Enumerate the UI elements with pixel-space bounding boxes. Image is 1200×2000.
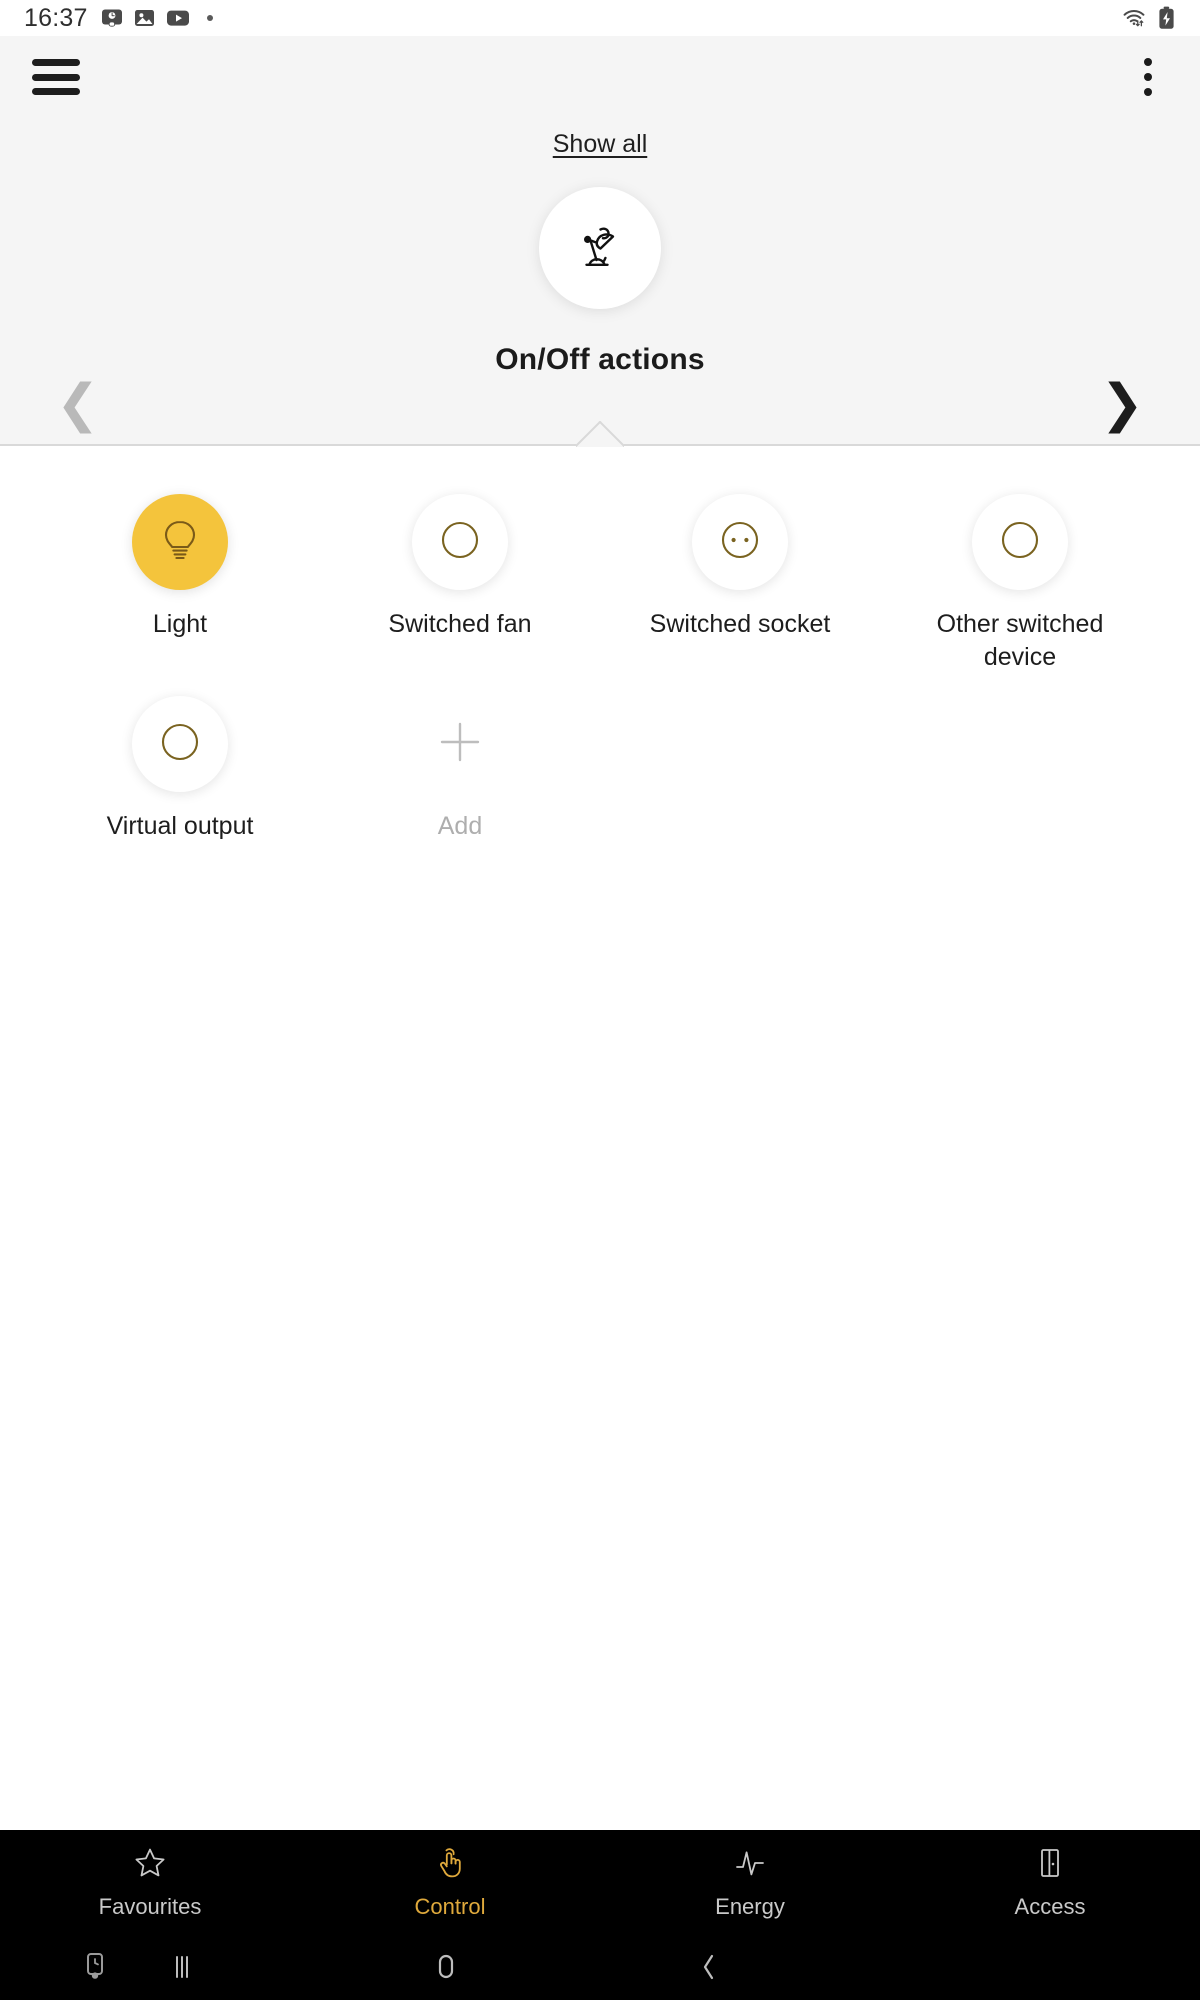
- nav-tab-label: Control: [414, 1893, 486, 1919]
- screenshot-icon: [100, 8, 124, 29]
- app-root: 16:37 Show all On/Off actions ❮ ❯ Light …: [0, 0, 1200, 2000]
- desk-lamp-icon: [569, 215, 631, 282]
- waveform-icon: [732, 1845, 768, 1886]
- nav-tab-label: Access: [1014, 1893, 1086, 1919]
- nav-tab-favourites[interactable]: Favourites: [0, 1845, 300, 1920]
- next-category-button[interactable]: ❯: [1100, 378, 1144, 430]
- power-socket-icon: [717, 517, 763, 568]
- panel-notch-indicator: [576, 421, 624, 447]
- page-title: On/Off actions: [495, 343, 705, 376]
- device-tile-bg: [412, 494, 508, 590]
- android-status-bar: 16:37: [0, 0, 1200, 36]
- prev-category-button[interactable]: ❮: [56, 378, 100, 430]
- device-tile-virtual-output[interactable]: Virtual output: [40, 696, 320, 843]
- nav-tab-control[interactable]: Control: [300, 1845, 600, 1920]
- kebab-menu-icon[interactable]: [1130, 56, 1166, 98]
- device-tile-other-switched-device[interactable]: Other switched device: [880, 494, 1160, 674]
- door-icon: [1032, 1845, 1068, 1886]
- device-tile-label: Add: [437, 812, 483, 840]
- star-icon: [132, 1845, 168, 1886]
- device-tile-label: Light: [152, 610, 208, 638]
- youtube-icon: [166, 8, 190, 29]
- wifi-transfer-icon: [1122, 8, 1146, 29]
- device-tile-bg: [412, 696, 508, 792]
- device-tile-light[interactable]: Light: [40, 494, 320, 674]
- hero-circle[interactable]: [539, 187, 661, 309]
- circle-outline-icon: [997, 517, 1043, 568]
- device-tile-bg: [132, 494, 228, 590]
- nav-tab-access[interactable]: Access: [900, 1845, 1200, 1920]
- nav-tab-label: Energy: [715, 1893, 785, 1919]
- hero-section: [0, 187, 1200, 309]
- device-tile-label: Other switched device: [936, 610, 1104, 671]
- circle-outline-icon: [157, 719, 203, 770]
- plus-icon: [434, 716, 486, 773]
- show-all-link[interactable]: Show all: [553, 130, 648, 159]
- back-icon[interactable]: [698, 1952, 720, 1982]
- device-tile-switched-fan[interactable]: Switched fan: [320, 494, 600, 674]
- recents-icon[interactable]: [170, 1953, 194, 1981]
- device-tile-label: Switched socket: [649, 610, 831, 638]
- device-tile-switched-socket[interactable]: Switched socket: [600, 494, 880, 674]
- home-icon[interactable]: [432, 1952, 460, 1982]
- ime-keyboard-icon[interactable]: [82, 1950, 108, 1984]
- device-list-area: Light Switched fan Switched socket Other…: [0, 446, 1200, 1830]
- battery-charging-icon: [1154, 6, 1178, 29]
- tap-hand-icon: [432, 1845, 468, 1886]
- nav-tab-energy[interactable]: Energy: [600, 1845, 900, 1920]
- app-toolbar: [0, 36, 1200, 118]
- device-tile-label: Virtual output: [106, 812, 254, 840]
- device-tile-bg: [692, 494, 788, 590]
- device-tile-bg: [972, 494, 1068, 590]
- nav-tab-label: Favourites: [98, 1893, 202, 1919]
- device-type-panel: Show all On/Off actions ❮ ❯: [0, 36, 1200, 446]
- lightbulb-icon: [157, 516, 203, 569]
- device-tile-label: Switched fan: [388, 610, 532, 638]
- device-tile-add[interactable]: Add: [320, 696, 600, 843]
- status-system-icons: [1122, 6, 1178, 29]
- status-clock: 16:37: [24, 3, 88, 32]
- bottom-navigation-bar: Favourites Control Energy Access: [0, 1830, 1200, 1934]
- status-notification-icons: [100, 8, 213, 29]
- device-grid: Light Switched fan Switched socket Other…: [40, 494, 1160, 843]
- hamburger-menu-icon[interactable]: [32, 59, 80, 95]
- circle-outline-icon: [437, 517, 483, 568]
- device-tile-bg: [132, 696, 228, 792]
- android-system-nav: [0, 1934, 1200, 2000]
- gallery-icon: [133, 8, 157, 29]
- notification-dot: [206, 15, 213, 21]
